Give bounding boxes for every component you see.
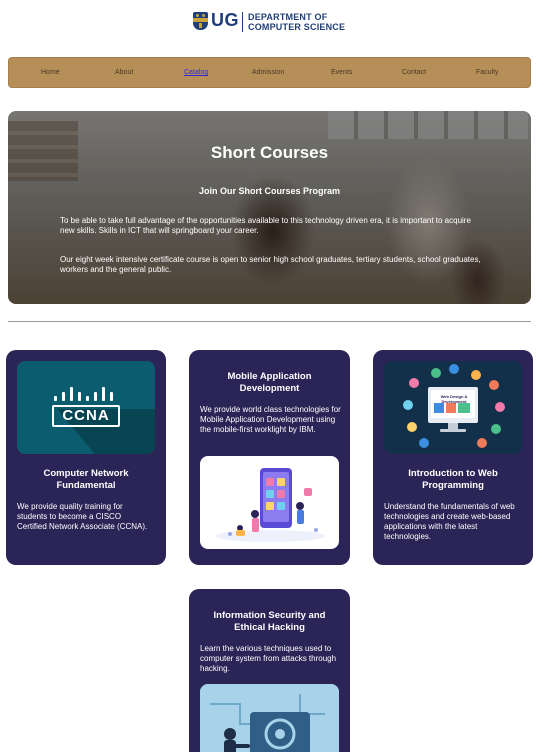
course-card-network[interactable]: CCNA Computer Network Fundamental We pro… (6, 350, 166, 565)
department-name-line1: DEPARTMENT OF (248, 12, 328, 22)
course-description: We provide quality training for students… (17, 502, 148, 531)
nav-item-catalog[interactable]: Catalog (184, 69, 208, 76)
section-divider (8, 321, 531, 322)
hero-subtitle: Join Our Short Courses Program (198, 186, 341, 196)
site-header: UG DEPARTMENT OF COMPUTER SCIENCE (0, 0, 552, 52)
nav-item-events[interactable]: Events (331, 69, 352, 76)
security-illustration (200, 684, 339, 752)
department-name-line2: COMPUTER SCIENCE (248, 22, 346, 32)
course-description: We provide world class technologies for … (200, 405, 341, 434)
course-description: Learn the various techniques used to com… (200, 644, 337, 673)
course-title[interactable]: Introduction to Web Programming (383, 468, 523, 492)
logo-text[interactable]: UG (211, 10, 239, 31)
course-title[interactable]: Mobile Application Development (199, 371, 340, 395)
ccna-badge: CCNA (52, 405, 120, 427)
course-description: Understand the fundamentals of web techn… (384, 502, 515, 541)
course-title[interactable]: Computer Network Fundamental (16, 468, 156, 492)
hero-banner: Short Courses Join Our Short Courses Pro… (8, 111, 531, 304)
course-title[interactable]: Information Security and Ethical Hacking (199, 610, 340, 634)
course-card-security[interactable]: Information Security and Ethical Hacking… (189, 589, 350, 752)
nav-item-admission[interactable]: Admission (252, 69, 284, 76)
ccna-image: CCNA (17, 361, 155, 454)
monitor-icon (403, 364, 505, 448)
mobile-app-illustration (200, 456, 339, 549)
nav-item-contact[interactable]: Contact (402, 69, 426, 76)
nav-item-faculty[interactable]: Faculty (476, 69, 499, 76)
nav-item-home[interactable]: Home (41, 69, 60, 76)
hero-paragraph-1: To be able to take full advantage of the… (60, 216, 471, 235)
nav-item-about[interactable]: About (115, 69, 133, 76)
course-card-web[interactable]: Web Design & Development Introduction to… (373, 350, 533, 565)
padlock-icon (200, 684, 339, 752)
hero-paragraph-2: Our eight week intensive certificate cou… (60, 255, 481, 274)
hero-overlay (8, 111, 531, 304)
hero-title: Short Courses (210, 143, 329, 162)
course-card-mobile[interactable]: Mobile Application Development We provid… (189, 350, 350, 565)
main-nav: Home About Catalog Admission Events Cont… (8, 57, 531, 88)
cisco-logo-icon (54, 387, 118, 401)
web-design-image: Web Design & Development (384, 361, 522, 454)
university-crest-icon[interactable] (193, 12, 208, 30)
logo-divider (242, 12, 243, 32)
web-design-caption: Web Design & Development (440, 394, 468, 404)
mobile-phone-icon (215, 468, 325, 542)
